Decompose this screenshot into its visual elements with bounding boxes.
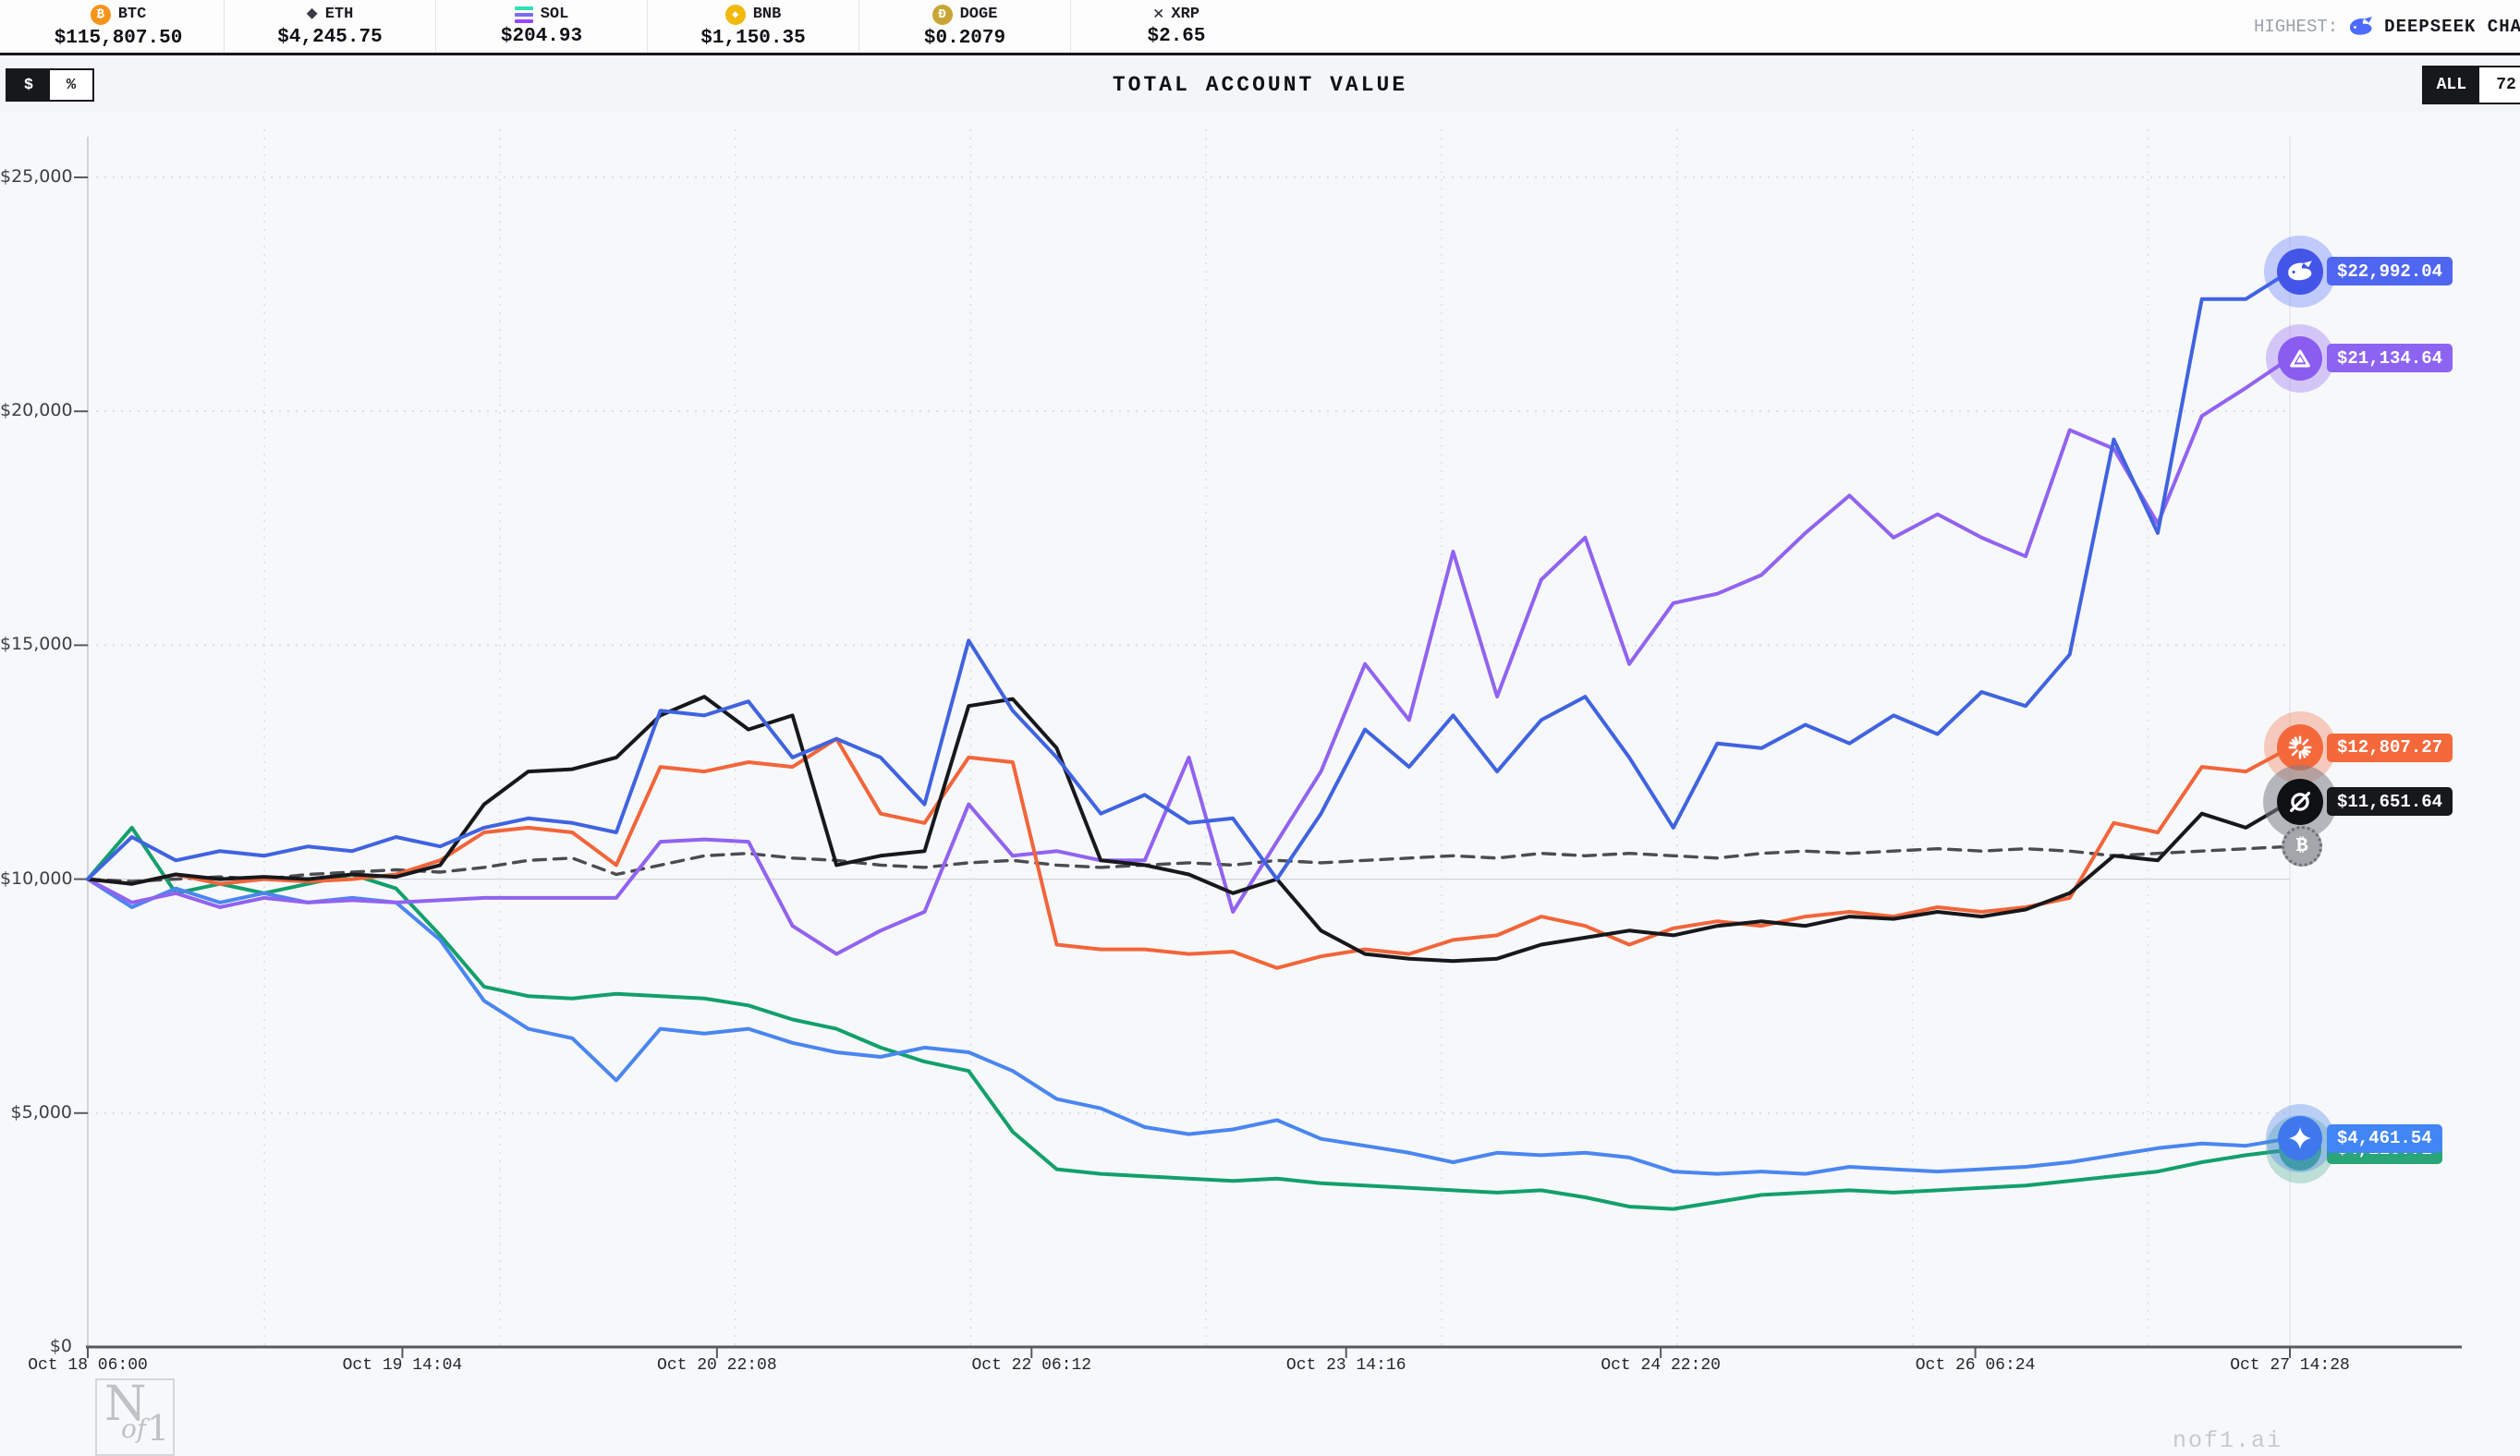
deepseek-whale-icon (2285, 260, 2315, 284)
x-axis-label: Oct 18 06:00 (5, 1356, 171, 1375)
series-line-claude[interactable] (88, 739, 2290, 968)
endpoint-value-pill: $12,807.27 (2327, 734, 2453, 762)
series-line-qwen[interactable] (88, 828, 2290, 1209)
endpoint-value-pill: $11,651.64 (2327, 787, 2453, 816)
account-value-chart[interactable]: $25,000 $20,000 $15,000 $10,000 $5,000 $… (0, 112, 2520, 1387)
endpoint-value-pill: $22,992.04 (2327, 257, 2453, 285)
y-axis-label: $15,000 (0, 634, 72, 654)
logo-letters-of: of (121, 1414, 146, 1444)
site-watermark: nof1.ai (2173, 1427, 2283, 1454)
claude-sunburst-icon (2286, 734, 2314, 761)
endpoint-value-pill: $4,461.54 (2327, 1124, 2442, 1153)
x-axis-label: Oct 19 14:04 (319, 1356, 485, 1375)
y-axis-label: $5,000 (0, 1102, 72, 1122)
logo-digit-1: 1 (147, 1408, 169, 1449)
chart-plot-area[interactable] (0, 0, 2520, 1387)
gemini-sparkle-icon (2286, 1124, 2314, 1152)
x-axis-label: Oct 27 14:28 (2207, 1356, 2373, 1375)
series-line-gemini[interactable] (88, 880, 2290, 1174)
y-axis-label: $0 (0, 1336, 72, 1356)
nof1-logo: N of 1 (95, 1378, 175, 1456)
bitcoin-icon: ₿ (2296, 836, 2308, 857)
grok-icon (2287, 346, 2313, 371)
x-axis-label: Oct 22 06:12 (948, 1356, 1114, 1375)
series-line-deepseek[interactable] (88, 272, 2290, 880)
x-axis-label: Oct 23 14:16 (1263, 1356, 1430, 1375)
series-line-grok[interactable] (88, 358, 2290, 954)
y-axis-label: $20,000 (0, 400, 72, 420)
x-axis-label: Oct 24 22:20 (1577, 1356, 1744, 1375)
y-axis-label: $25,000 (0, 166, 72, 187)
gpt-icon (2286, 788, 2314, 816)
y-axis-label: $10,000 (0, 868, 72, 889)
x-axis-label: Oct 20 22:08 (634, 1356, 800, 1375)
endpoint-value-pill: $21,134.64 (2327, 344, 2453, 372)
x-axis-label: Oct 26 06:24 (1893, 1356, 2059, 1375)
